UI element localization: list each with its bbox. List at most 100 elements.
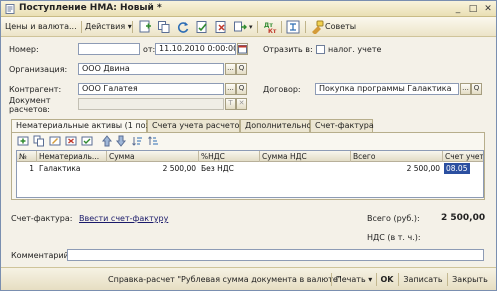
close-window-icon[interactable]: ✕ (483, 4, 493, 14)
tax-accounting-label: налог. учете (328, 45, 382, 54)
clear-icon: ✕ (236, 98, 247, 110)
reflect-in-label: Отразить в: (263, 45, 313, 54)
column-header-number[interactable]: № (17, 151, 37, 162)
add-row-icon[interactable] (17, 135, 29, 147)
number-label: Номер: (9, 45, 39, 54)
refresh-icon[interactable] (176, 20, 190, 34)
total-value: 2 500,00 (441, 213, 486, 223)
organization-label: Организация: (9, 65, 68, 74)
column-header-total[interactable]: Всего (351, 151, 443, 162)
assets-table: № Нематериаль... Сумма %НДС Сумма НДС Вс… (16, 150, 484, 198)
tax-accounting-checkbox[interactable] (316, 45, 325, 54)
toolbar: Цены и валюта... Действия ▾ ▾ Дт Кт Сове… (1, 17, 496, 37)
cell-number: 1 (29, 164, 34, 173)
edit-row-icon[interactable] (49, 135, 61, 147)
comment-label: Комментарий: (11, 251, 72, 260)
move-down-icon[interactable] (115, 135, 127, 147)
invoice-label: Счет-фактура: (11, 214, 73, 223)
copy-row-icon[interactable] (33, 135, 45, 147)
save-button[interactable]: Записать (401, 272, 445, 287)
structure-icon[interactable] (286, 20, 300, 34)
toolbar-separator (305, 21, 306, 33)
delete-row-icon[interactable] (65, 135, 77, 147)
move-up-icon[interactable] (101, 135, 113, 147)
contract-open-button[interactable]: Q (471, 83, 482, 95)
cell-total[interactable]: 2 500,00 (351, 163, 443, 174)
end-edit-icon[interactable] (81, 135, 93, 147)
cell-vat-rate[interactable]: Без НДС (201, 163, 260, 174)
calendar-icon[interactable] (237, 43, 248, 55)
counterparty-label: Контрагент: (9, 85, 62, 94)
actions-menu[interactable]: Действия ▾ (85, 20, 132, 34)
chevron-down-icon: ▾ (368, 275, 373, 284)
counterparty-select-button[interactable]: ... (225, 83, 236, 95)
advice-icon[interactable] (310, 20, 324, 34)
title-bar: Поступление НМА: Новый * _ □ ✕ (1, 1, 496, 17)
print-button[interactable]: Печать ▾ (334, 272, 374, 287)
add-document-icon[interactable] (138, 20, 152, 34)
actions-label: Действия (85, 22, 126, 31)
column-header-vat-rate[interactable]: %НДС (199, 151, 260, 162)
organization-field[interactable]: ООО Двина (78, 63, 224, 75)
date-label: от: (143, 45, 156, 54)
sort-ascending-icon[interactable] (131, 135, 143, 147)
tab-settlement-accounts[interactable]: Счета учета расчетов (147, 119, 244, 132)
print-label: Печать (335, 275, 366, 284)
debit-credit-icon[interactable]: Дт Кт (263, 20, 277, 34)
date-field[interactable]: 11.10.2010 0:00:00 (155, 43, 236, 55)
bottom-command-bar: Справка-расчет "Рублевая сумма документа… (1, 267, 496, 290)
column-header-account[interactable]: Счет учет (443, 151, 483, 162)
toolbar-separator (257, 21, 258, 33)
organization-open-button[interactable]: Q (236, 63, 247, 75)
tab-additional[interactable]: Дополнительно (240, 119, 311, 132)
organization-select-button[interactable]: ... (225, 63, 236, 75)
sort-descending-icon[interactable] (147, 135, 159, 147)
enter-invoice-link[interactable]: Ввести счет-фактуру (79, 214, 168, 223)
bottom-separator (331, 273, 332, 286)
cell-vat-sum[interactable] (260, 163, 351, 174)
bottom-separator (398, 273, 399, 286)
minimize-icon[interactable]: _ (453, 4, 463, 14)
tab-strip: Нематериальные активы (1 поз.) Счета уче… (11, 119, 485, 133)
comment-field[interactable] (67, 249, 484, 261)
document-window: Поступление НМА: Новый * _ □ ✕ Цены и ва… (0, 0, 497, 291)
cell-account[interactable]: 08.05 (444, 163, 470, 174)
bottom-separator (447, 273, 448, 286)
window-title: Поступление НМА: Новый * (19, 3, 162, 13)
document-icon (5, 4, 15, 14)
toolbar-separator (132, 21, 133, 33)
settlement-doc-label-2: расчетов: (9, 105, 50, 114)
counterparty-open-button[interactable]: Q (236, 83, 247, 95)
table-header: № Нематериаль... Сумма %НДС Сумма НДС Вс… (17, 151, 483, 162)
vat-label: НДС (в т. ч.): (367, 233, 421, 242)
tab-panel: № Нематериаль... Сумма %НДС Сумма НДС Вс… (11, 132, 485, 200)
prices-currency-button[interactable]: Цены и валюта... (5, 20, 77, 34)
tab-intangible-assets[interactable]: Нематериальные активы (1 поз.) (11, 119, 155, 133)
tab-invoice[interactable]: Счет-фактура (310, 119, 374, 132)
column-header-sum[interactable]: Сумма (107, 151, 199, 162)
advice-button[interactable]: Советы (325, 20, 356, 34)
unpost-document-icon[interactable] (214, 20, 228, 34)
settlement-doc-label: Документ (9, 96, 51, 105)
cell-asset[interactable]: Галактика (39, 163, 107, 174)
column-header-asset[interactable]: Нематериаль... (37, 151, 107, 162)
based-on-icon[interactable] (233, 20, 247, 34)
ok-button[interactable]: OK (378, 272, 396, 287)
settlement-doc-field (78, 98, 224, 110)
copy-icon[interactable] (157, 20, 171, 34)
post-document-icon[interactable] (195, 20, 209, 34)
maximize-icon[interactable]: □ (468, 4, 478, 14)
cell-sum[interactable]: 2 500,00 (107, 163, 199, 174)
column-header-vat-sum[interactable]: Сумма НДС (260, 151, 351, 162)
toolbar-separator (281, 21, 282, 33)
calc-reference-button[interactable]: Справка-расчет "Рублевая сумма документа… (107, 272, 341, 287)
chevron-down-icon[interactable]: ▾ (249, 20, 253, 34)
close-button[interactable]: Закрыть (450, 272, 490, 287)
counterparty-field[interactable]: ООО Галатея (78, 83, 224, 95)
contract-label: Договор: (263, 85, 301, 94)
contract-select-button[interactable]: ... (460, 83, 471, 95)
total-label: Всего (руб.): (367, 214, 420, 223)
toolbar-separator (81, 21, 82, 33)
contract-field[interactable]: Покупка программы Галактика (315, 83, 459, 95)
number-field[interactable] (78, 43, 140, 55)
